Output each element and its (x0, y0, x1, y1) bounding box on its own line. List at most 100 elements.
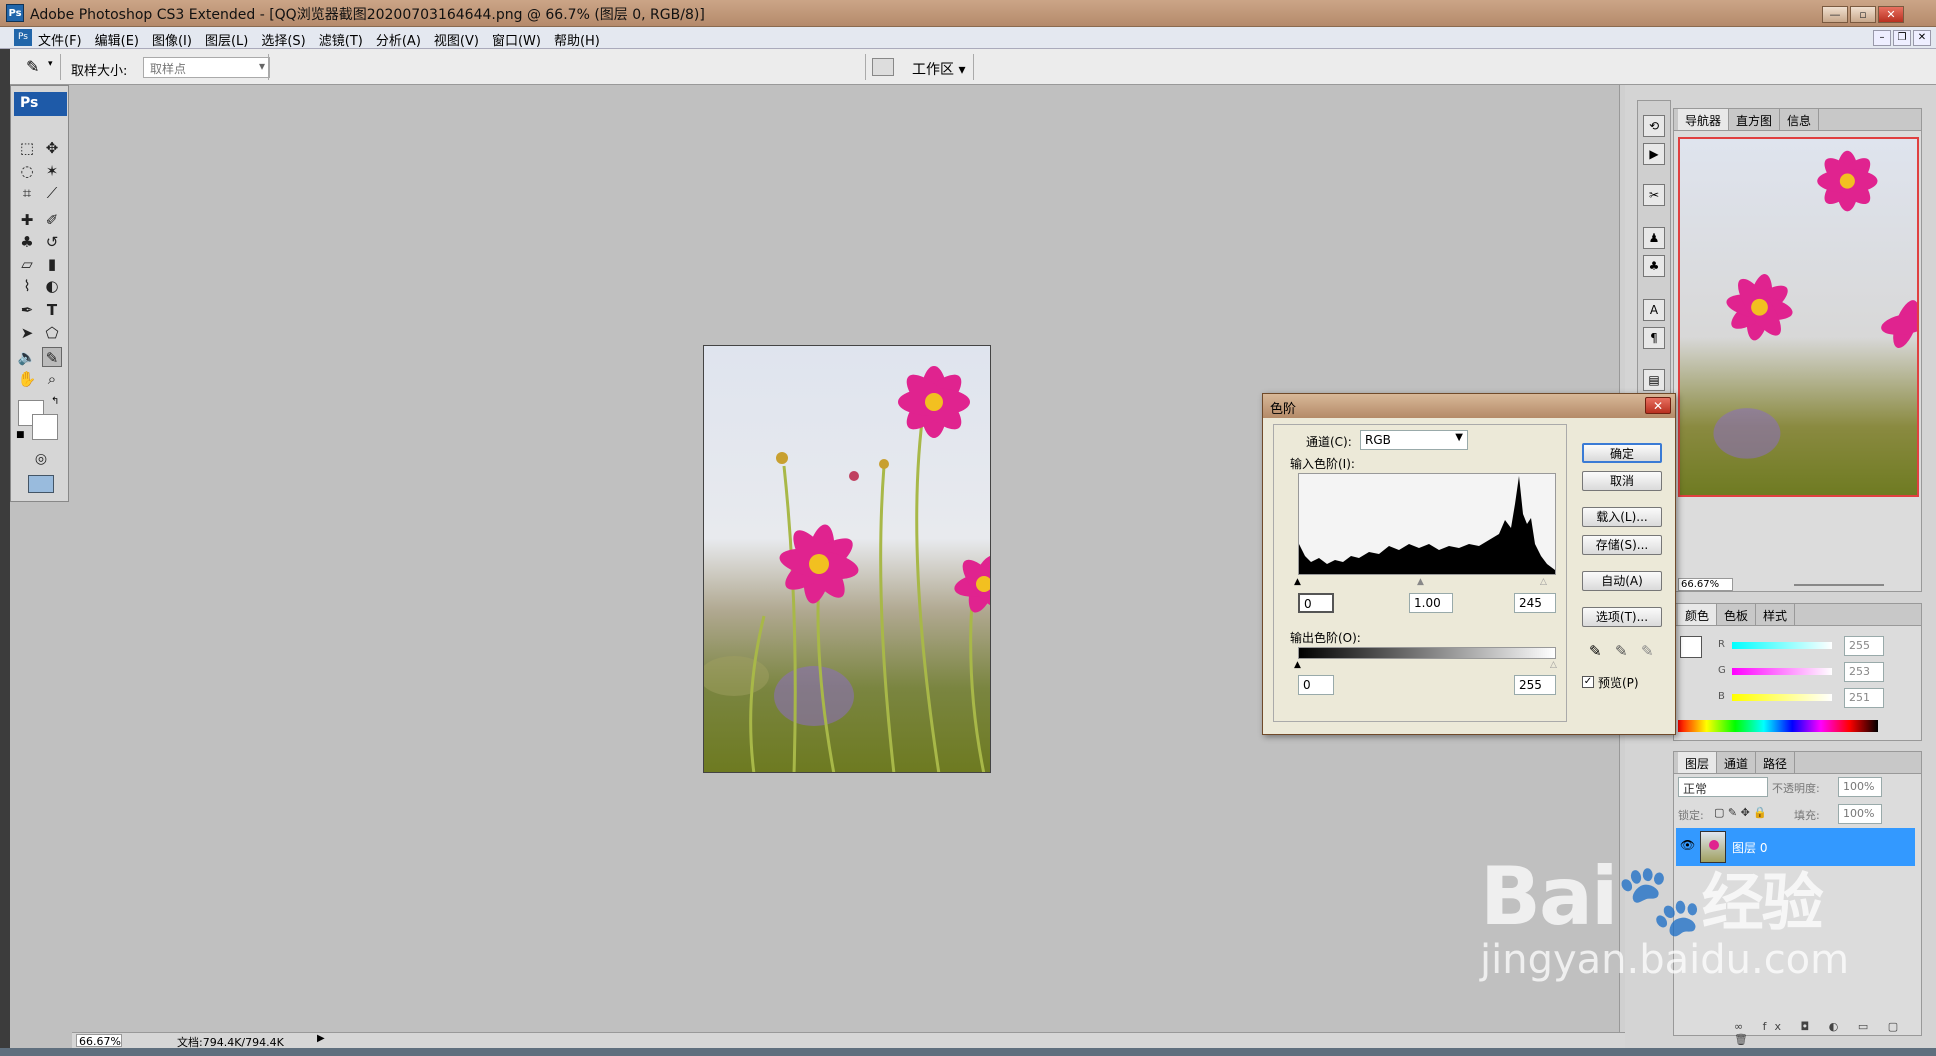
r-value[interactable]: 255 (1844, 636, 1884, 656)
healing-brush-icon[interactable]: ✚ (17, 210, 37, 230)
notes-tool-icon[interactable]: 🔈 (17, 347, 37, 367)
ok-button[interactable]: 确定 (1582, 443, 1662, 463)
tab-paths[interactable]: 路径 (1756, 752, 1796, 773)
auto-button[interactable]: 自动(A) (1582, 571, 1662, 591)
menu-item[interactable]: 帮助(H) (554, 30, 600, 49)
slice-tool-icon[interactable]: ⟋ (42, 183, 62, 203)
doc-minimize-button[interactable]: – (1873, 30, 1891, 46)
dialog-close-button[interactable]: ✕ (1645, 397, 1671, 414)
cancel-button[interactable]: 取消 (1582, 471, 1662, 491)
menu-item[interactable]: 文件(F) (38, 30, 82, 49)
brush-tool-icon[interactable]: ✐ (42, 210, 62, 230)
blur-tool-icon[interactable]: ⌇ (17, 276, 37, 296)
input-white-slider[interactable]: △ (1540, 577, 1547, 587)
input-gamma-slider[interactable]: ▲ (1417, 577, 1424, 587)
tab-styles[interactable]: 样式 (1756, 604, 1796, 625)
eyedropper-icon[interactable]: ✎ (26, 57, 39, 76)
lasso-tool-icon[interactable]: ◌ (17, 161, 37, 181)
swap-colors-icon[interactable]: ↰ (51, 396, 59, 407)
tab-navigator[interactable]: 导航器 (1678, 109, 1730, 130)
fill-field[interactable]: 100% (1838, 804, 1882, 824)
tab-color[interactable]: 颜色 (1678, 604, 1718, 625)
character-icon[interactable]: A (1643, 299, 1665, 321)
tab-histogram[interactable]: 直方图 (1729, 109, 1781, 130)
pen-tool-icon[interactable]: ✒ (17, 300, 37, 320)
menu-item[interactable]: 图层(L) (205, 30, 248, 49)
input-black-slider[interactable]: ▲ (1294, 577, 1301, 587)
tool-presets-icon[interactable]: ✂ (1643, 184, 1665, 206)
sample-size-select[interactable]: 取样点 (143, 57, 270, 78)
status-zoom[interactable]: 66.67% (76, 1034, 122, 1048)
output-black-slider[interactable]: ▲ (1294, 660, 1301, 670)
minimize-button[interactable]: — (1822, 6, 1848, 23)
doc-restore-button[interactable]: ❐ (1893, 30, 1911, 46)
input-black-field[interactable]: 0 (1298, 593, 1334, 613)
input-white-field[interactable]: 245 (1514, 593, 1556, 613)
menu-item[interactable]: 选择(S) (261, 30, 305, 49)
eraser-tool-icon[interactable]: ▱ (17, 254, 37, 274)
channel-select[interactable]: RGB ▼ (1360, 430, 1468, 450)
menu-item[interactable]: 图像(I) (152, 30, 192, 49)
type-tool-icon[interactable]: T (42, 300, 62, 320)
g-value[interactable]: 253 (1844, 662, 1884, 682)
g-slider[interactable] (1732, 668, 1832, 675)
gradient-tool-icon[interactable]: ▮ (42, 254, 62, 274)
move-tool-icon[interactable]: ✥ (42, 138, 62, 158)
load-button[interactable]: 载入(L)... (1582, 507, 1662, 527)
lock-icons[interactable]: ▢ ✎ ✥ 🔒 (1714, 806, 1767, 819)
navigator-zoom-slider[interactable] (1794, 584, 1884, 586)
marquee-tool-icon[interactable]: ⬚ (17, 138, 37, 158)
clone-stamp-icon[interactable]: ♣ (17, 232, 37, 252)
menu-item[interactable]: 视图(V) (434, 30, 479, 49)
menu-item[interactable]: 窗口(W) (492, 30, 541, 49)
tab-info[interactable]: 信息 (1780, 109, 1820, 130)
menu-item[interactable]: 编辑(E) (95, 30, 139, 49)
tab-layers[interactable]: 图层 (1678, 752, 1718, 773)
dodge-tool-icon[interactable]: ◐ (42, 276, 62, 296)
history-icon[interactable]: ⟲ (1643, 115, 1665, 137)
document-icon[interactable]: Ps (14, 29, 32, 46)
navigator-zoom-field[interactable]: 66.67% (1678, 578, 1733, 591)
actions-icon[interactable]: ▶ (1643, 143, 1665, 165)
tab-channels[interactable]: 通道 (1717, 752, 1757, 773)
menu-item[interactable]: 分析(A) (376, 30, 421, 49)
tab-swatches[interactable]: 色板 (1717, 604, 1757, 625)
black-eyedropper-icon[interactable]: ✎ (1589, 642, 1602, 660)
hand-tool-icon[interactable]: ✋ (17, 369, 37, 389)
paragraph-icon[interactable]: ¶ (1643, 327, 1665, 349)
save-button[interactable]: 存储(S)... (1582, 535, 1662, 555)
screen-mode-icon[interactable] (28, 475, 54, 493)
b-slider[interactable] (1732, 694, 1832, 701)
menu-item[interactable]: 滤镜(T) (319, 30, 363, 49)
output-black-field[interactable]: 0 (1298, 675, 1334, 695)
default-colors-icon[interactable]: ■ (16, 430, 25, 440)
output-white-slider[interactable]: △ (1550, 660, 1557, 670)
clone-source-icon[interactable]: ♣ (1643, 255, 1665, 277)
navigator-thumbnail[interactable] (1678, 137, 1919, 497)
close-button[interactable]: ✕ (1878, 6, 1904, 23)
crop-tool-icon[interactable]: ⌗ (17, 183, 37, 203)
history-brush-icon[interactable]: ↺ (42, 232, 62, 252)
preview-checkbox[interactable]: ✓ (1582, 676, 1594, 688)
maximize-button[interactable]: ▫ (1850, 6, 1876, 23)
white-eyedropper-icon[interactable]: ✎ (1641, 642, 1654, 660)
eyedropper-tool-icon[interactable]: ✎ (42, 347, 62, 367)
options-button[interactable]: 选项(T)... (1582, 607, 1662, 627)
fg-color-swatch[interactable] (1680, 636, 1702, 658)
input-gamma-field[interactable]: 1.00 (1409, 593, 1453, 613)
brushes-icon[interactable]: ♟ (1643, 227, 1665, 249)
r-slider[interactable] (1732, 642, 1832, 649)
status-menu-arrow[interactable]: ▶ (317, 1033, 325, 1044)
zoom-tool-icon[interactable]: ⌕ (42, 369, 62, 389)
path-selection-icon[interactable]: ➤ (17, 323, 37, 343)
doc-close-button[interactable]: ✕ (1913, 30, 1931, 46)
background-color-swatch[interactable] (32, 414, 58, 440)
color-ramp[interactable] (1678, 720, 1878, 732)
opacity-field[interactable]: 100% (1838, 777, 1882, 797)
document-canvas[interactable] (703, 345, 991, 773)
quick-mask-icon[interactable]: ◎ (31, 449, 51, 469)
b-value[interactable]: 251 (1844, 688, 1884, 708)
output-white-field[interactable]: 255 (1514, 675, 1556, 695)
blend-mode-select[interactable]: 正常 (1678, 777, 1768, 797)
shape-tool-icon[interactable]: ⬠ (42, 323, 62, 343)
